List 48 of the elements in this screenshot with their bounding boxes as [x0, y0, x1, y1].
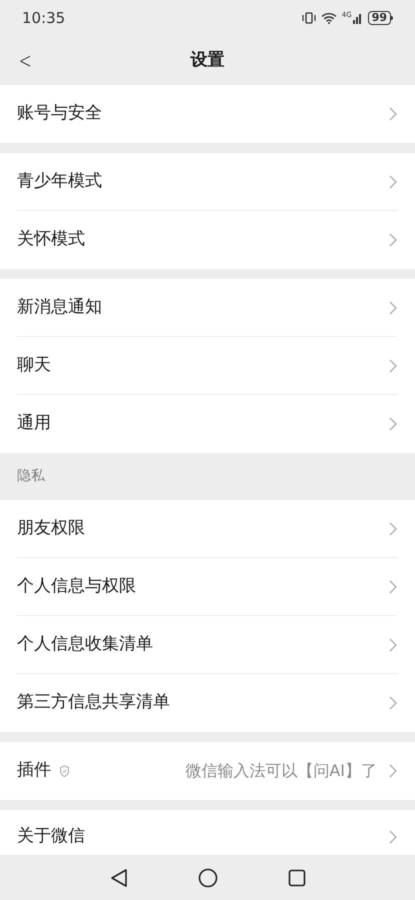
chevron-right-icon — [389, 300, 397, 314]
vibrate-icon — [302, 12, 316, 24]
battery-indicator: 99 — [368, 11, 393, 26]
settings-item[interactable]: 个人信息与权限 — [0, 558, 415, 616]
item-label: 朋友权限 — [17, 516, 85, 540]
section-header: 隐私 — [17, 467, 45, 486]
settings-item[interactable]: 新消息通知 — [0, 279, 415, 337]
item-label: 第三方信息共享清单 — [17, 691, 170, 714]
settings-item[interactable]: 关于微信 — [0, 810, 415, 855]
chevron-right-icon — [389, 233, 397, 247]
settings-item[interactable]: 第三方信息共享清单 — [0, 674, 415, 732]
chevron-right-icon — [389, 174, 397, 188]
settings-item[interactable]: 个人信息收集清单 — [0, 616, 415, 674]
item-label: 新消息通知 — [17, 296, 102, 319]
back-triangle-icon[interactable] — [110, 868, 128, 888]
chevron-right-icon — [389, 580, 397, 594]
back-button[interactable]: < — [16, 48, 34, 75]
chevron-right-icon — [389, 696, 397, 710]
settings-item[interactable]: 账号与安全 — [0, 85, 415, 143]
item-label: 通用 — [17, 412, 51, 436]
home-circle-icon[interactable] — [198, 868, 218, 888]
wifi-icon — [320, 12, 337, 24]
settings-item[interactable]: 通用 — [0, 395, 415, 453]
page-title: 设置 — [190, 49, 224, 72]
chevron-right-icon — [389, 638, 397, 652]
recents-square-icon[interactable] — [288, 868, 306, 886]
item-label: 个人信息收集清单 — [17, 632, 153, 656]
item-label: 聊天 — [17, 354, 51, 377]
item-label: 青少年模式 — [17, 170, 102, 193]
settings-item[interactable]: 关怀模式 — [0, 211, 415, 269]
item-note: 微信输入法可以【问AI】了 — [185, 760, 377, 782]
chevron-right-icon — [389, 358, 397, 372]
item-label: 关于微信 — [17, 825, 85, 848]
item-label: 账号与安全 — [17, 102, 102, 126]
chevron-right-icon — [389, 764, 397, 778]
chevron-right-icon — [389, 107, 397, 121]
settings-item[interactable]: 聊天 — [0, 337, 415, 395]
signal-icon — [352, 12, 363, 24]
chevron-right-icon — [389, 417, 397, 431]
item-label: 插件 — [17, 759, 51, 782]
item-label: 个人信息与权限 — [17, 574, 136, 598]
settings-item[interactable]: 朋友权限 — [0, 500, 415, 558]
chevron-right-icon — [389, 522, 397, 536]
chevron-right-icon — [389, 830, 397, 844]
settings-item[interactable]: 插件 微信输入法可以【问AI】了 — [0, 742, 415, 800]
status-time: 10:35 — [22, 8, 66, 30]
settings-item[interactable]: 青少年模式 — [0, 153, 415, 211]
item-label: 关怀模式 — [17, 228, 85, 252]
